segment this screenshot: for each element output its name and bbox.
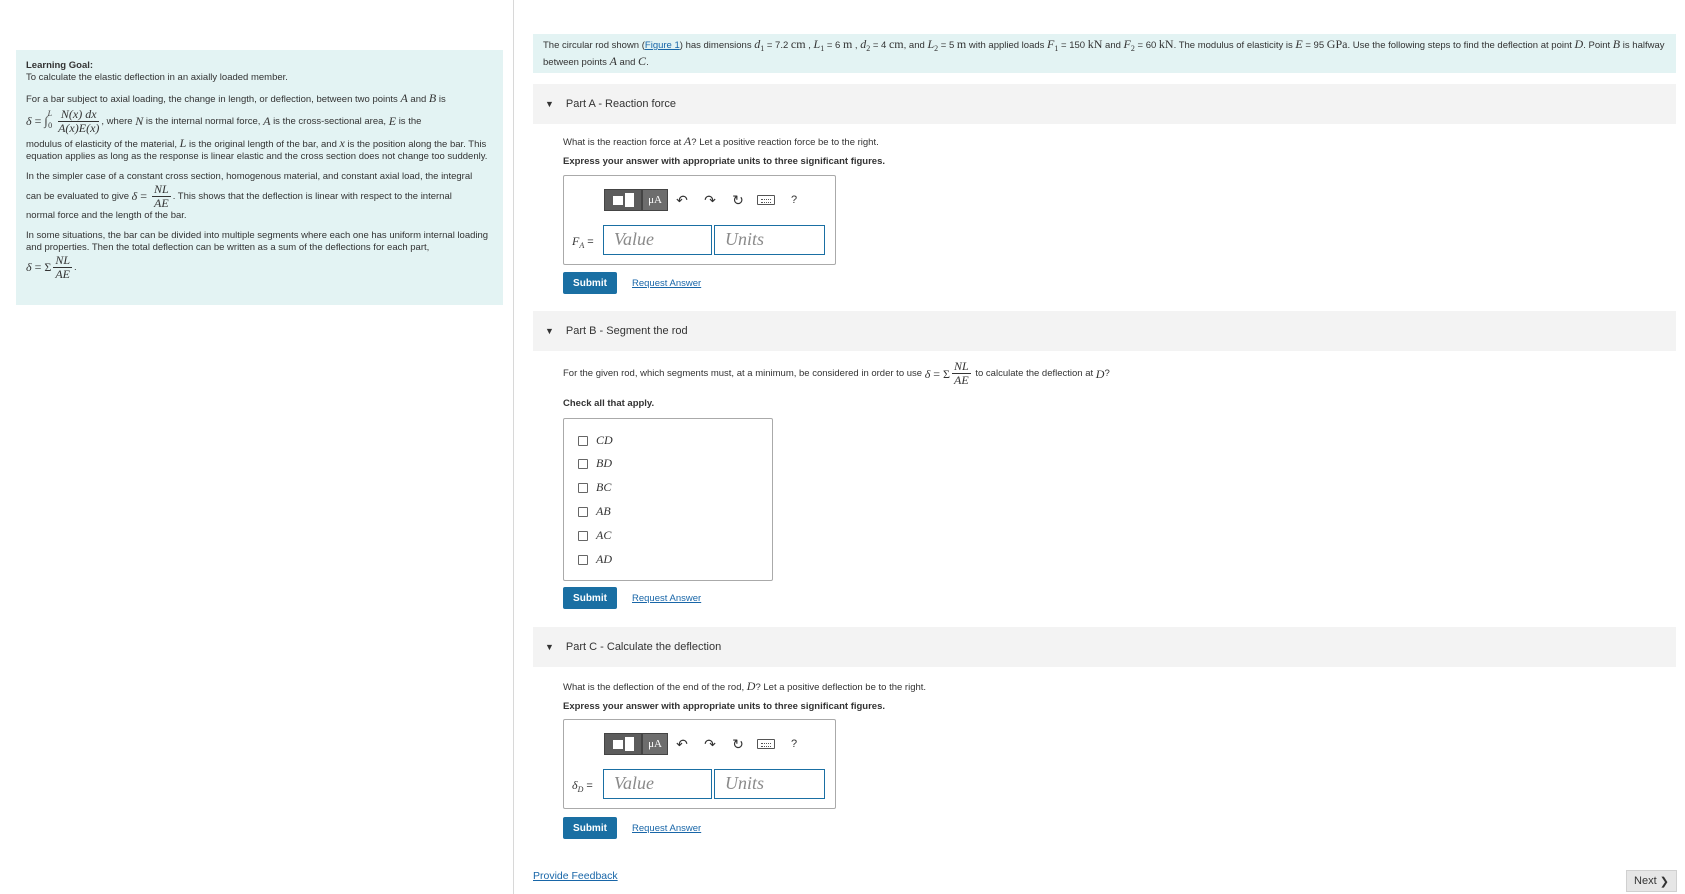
part-c-title: Part C - Calculate the deflection [565,641,722,653]
undo-icon[interactable]: ↶ [668,733,696,755]
units-button[interactable]: μA [642,733,668,755]
keyboard-icon[interactable] [752,733,780,755]
part-b-options: CD BD BC AB AC AD [563,418,773,581]
part-b-title: Part B - Segment the rod [565,325,688,337]
part-c-instruction: Express your answer with appropriate uni… [563,701,886,712]
reset-icon[interactable]: ↻ [724,189,752,211]
reset-icon[interactable]: ↻ [724,733,752,755]
units-button[interactable]: μA [642,189,668,211]
simple-formula-line: can be evaluated to give δ = NL AE . This… [26,182,452,210]
learning-goal-paragraph-2-cont: normal force and the length of the bar. [26,210,187,221]
collapse-caret-icon: ▼ [545,326,554,336]
templates-button[interactable] [604,189,642,211]
part-c-units-input[interactable]: Units [714,769,825,799]
learning-goal-panel: Learning Goal: To calculate the elastic … [16,50,503,305]
math-toolbar: μA ↶ ↷ ↻ ? [604,732,808,756]
math-toolbar: μA ↶ ↷ ↻ ? [604,188,808,212]
help-button[interactable]: ? [780,189,808,211]
part-a-title: Part A - Reaction force [565,98,676,110]
part-a-request-answer-link[interactable]: Request Answer [632,278,701,289]
part-b-instruction: Check all that apply. [563,398,655,409]
problem-statement: The circular rod shown (Figure 1) has di… [533,34,1676,73]
help-button[interactable]: ? [780,733,808,755]
part-c-submit-button[interactable]: Submit [563,817,617,839]
provide-feedback-link[interactable]: Provide Feedback [533,870,618,882]
next-button[interactable]: Next ❯ [1626,870,1677,892]
option-ac[interactable]: AC [578,528,611,543]
redo-icon[interactable]: ↷ [696,733,724,755]
part-a-question: What is the reaction force at A? Let a p… [563,134,879,148]
part-a-units-input[interactable]: Units [714,225,825,255]
learning-goal-paragraph-1-cont: modulus of elasticity of the material, L… [26,136,488,162]
option-bc[interactable]: BC [578,480,611,495]
checkbox[interactable] [578,554,588,565]
part-c-variable-label: δD = [572,778,593,795]
collapse-caret-icon: ▼ [545,99,554,109]
part-a-header[interactable]: ▼ Part A - Reaction force [533,84,1676,124]
learning-goal-title: Learning Goal: [26,60,94,71]
part-c-question: What is the deflection of the end of the… [563,679,927,693]
keyboard-icon[interactable] [752,189,780,211]
part-a-value-input[interactable]: Value [603,225,712,255]
figure-link[interactable]: Figure 1 [645,40,680,51]
option-ad[interactable]: AD [578,552,612,567]
part-c-request-answer-link[interactable]: Request Answer [632,823,701,834]
redo-icon[interactable]: ↷ [696,189,724,211]
learning-goal-paragraph-2: In the simpler case of a constant cross … [26,171,473,182]
part-b-header[interactable]: ▼ Part B - Segment the rod [533,311,1676,351]
checkbox[interactable] [578,530,588,541]
integral-formula: δ = ∫ L 0 N(x) dx A(x)E(x) , where N is the… [26,107,422,135]
option-ab[interactable]: AB [578,504,611,519]
part-a-variable-label: FA = [572,234,594,251]
option-bd[interactable]: BD [578,456,612,471]
learning-goal-paragraph-1: For a bar subject to axial loading, the … [26,91,446,105]
part-a-submit-button[interactable]: Submit [563,272,617,294]
learning-goal-subtitle: To calculate the elastic deflection in a… [26,72,288,83]
part-b-submit-button[interactable]: Submit [563,587,617,609]
learning-goal-paragraph-3: In some situations, the bar can be divid… [26,230,489,253]
checkbox[interactable] [578,482,588,493]
part-b-request-answer-link[interactable]: Request Answer [632,593,701,604]
checkbox[interactable] [578,435,588,446]
panel-divider [513,0,514,894]
part-c-answer-box: μA ↶ ↷ ↻ ? δD = Value Units [563,719,836,809]
part-b-question: For the given rod, which segments must, … [563,359,1110,387]
part-a-answer-box: μA ↶ ↷ ↻ ? FA = Value Units [563,175,836,265]
checkbox[interactable] [578,506,588,517]
templates-button[interactable] [604,733,642,755]
part-c-header[interactable]: ▼ Part C - Calculate the deflection [533,627,1676,667]
sum-formula: δ = Σ NL AE. [26,253,77,281]
option-cd[interactable]: CD [578,433,613,448]
collapse-caret-icon: ▼ [545,642,554,652]
part-a-instruction: Express your answer with appropriate uni… [563,156,886,167]
checkbox[interactable] [578,458,588,469]
undo-icon[interactable]: ↶ [668,189,696,211]
part-c-value-input[interactable]: Value [603,769,712,799]
chevron-right-icon: ❯ [1659,875,1669,888]
